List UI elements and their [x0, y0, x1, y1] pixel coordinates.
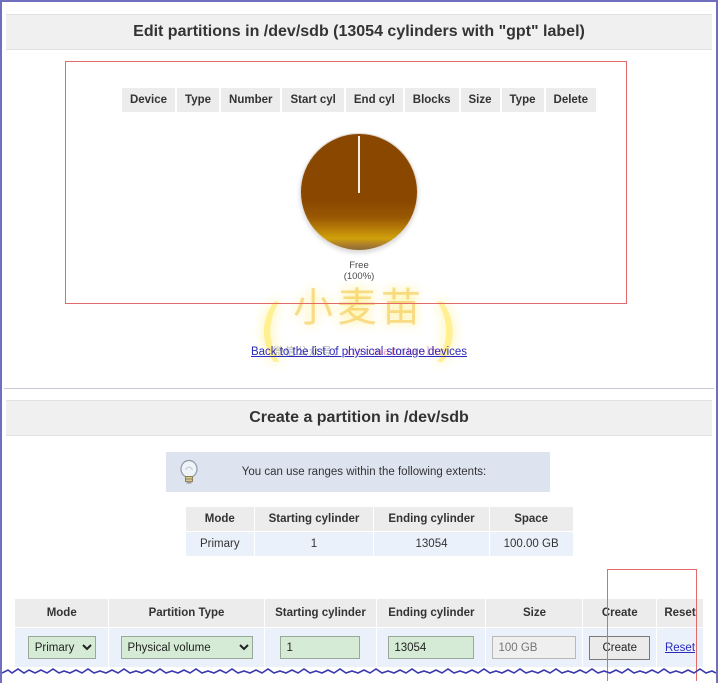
- extents-header-mode: Mode: [185, 506, 255, 532]
- form-cell-starting-cylinder: [263, 627, 378, 668]
- create-title-suffix: /dev/sdb: [403, 409, 469, 426]
- ending-cylinder-input[interactable]: [388, 636, 475, 659]
- extents-header-space: Space: [488, 506, 574, 532]
- extents-cell-space: 100.00 GB: [488, 531, 574, 557]
- column-header-type: Type: [177, 88, 220, 112]
- tip-text: You can use ranges within the following …: [241, 466, 487, 478]
- create-title-highlight: partition in: [316, 409, 404, 426]
- form-header-ending-cylinder: Ending cylinder: [376, 598, 487, 628]
- extents-cell-mode: Primary: [185, 531, 255, 557]
- watermark-main-text: 小麦苗: [293, 285, 425, 331]
- form-header-mode: Mode: [13, 598, 110, 628]
- create-button[interactable]: Create: [589, 635, 650, 660]
- column-header-start-cyl: Start cyl: [282, 88, 344, 112]
- column-header-number: Number: [221, 88, 281, 112]
- column-header-size: Size: [460, 88, 500, 112]
- extents-header-ending-cylinder: Ending cylinder: [373, 506, 490, 532]
- extents-cell-ending-cylinder: 13054: [373, 531, 490, 557]
- column-header-end-cyl: End cyl: [345, 88, 403, 112]
- form-input-row: Primary Physical volume 1 13054 100 GB C…: [13, 627, 704, 668]
- form-header-size: Size: [485, 598, 584, 628]
- form-cell-reset: Reset: [656, 627, 704, 668]
- create-title-prefix: Create a: [249, 409, 317, 426]
- form-header-create: Create: [582, 598, 657, 628]
- pie-slice-free[interactable]: [300, 133, 418, 251]
- section-divider: [4, 388, 714, 389]
- back-to-storage-devices-link[interactable]: Back to the list of physical storage dev…: [251, 346, 467, 358]
- column-header-device: Device: [121, 88, 176, 112]
- lightbulb-icon: [166, 459, 212, 485]
- form-cell-create: Create: [582, 627, 657, 668]
- form-cell-mode: Primary: [13, 627, 110, 668]
- column-header-delete: Delete: [545, 88, 597, 112]
- partition-type-select[interactable]: Physical volume: [120, 636, 253, 659]
- form-cell-ending-cylinder: [376, 627, 487, 668]
- create-partition-form: Mode Partition Type Starting cylinder En…: [13, 598, 704, 668]
- page-root: Edit partitions in /dev/sdb (13054 cylin…: [0, 0, 718, 683]
- browser-frame-top: [0, 0, 718, 2]
- table-row: Primary 1 13054 100.00 GB: [185, 531, 574, 557]
- create-partition-title: Create a partition in /dev/sdb: [6, 400, 712, 436]
- pie-seam-line: [358, 136, 360, 193]
- torn-edge-decoration: [2, 668, 716, 674]
- form-cell-size: [485, 627, 584, 668]
- column-header-blocks: Blocks: [404, 88, 459, 112]
- starting-cylinder-input[interactable]: [280, 636, 361, 659]
- pie-chart-label: Free (100%): [344, 260, 375, 282]
- back-link-container: Back to the list of physical storage dev…: [0, 342, 718, 360]
- pie-label-name: Free: [349, 260, 369, 271]
- form-header-reset: Reset: [656, 598, 704, 628]
- extents-cell-starting-cylinder: 1: [253, 531, 375, 557]
- tip-box: You can use ranges within the following …: [166, 452, 550, 492]
- form-header-row: Mode Partition Type Starting cylinder En…: [13, 598, 704, 628]
- reset-link[interactable]: Reset: [665, 642, 695, 654]
- form-header-partition-type: Partition Type: [108, 598, 265, 628]
- mode-select[interactable]: Primary: [27, 636, 96, 659]
- size-input[interactable]: [492, 636, 577, 659]
- partition-table-headers: Device Type Number Start cyl End cyl Blo…: [0, 88, 718, 112]
- form-cell-partition-type: Physical volume: [108, 627, 265, 668]
- column-header-type-2: Type: [501, 88, 544, 112]
- extents-table: Mode Starting cylinder Ending cylinder S…: [185, 506, 574, 557]
- disk-usage-pie-chart: Free (100%): [0, 133, 718, 282]
- pie-label-percent: (100%): [343, 271, 375, 282]
- browser-frame-left: [0, 0, 2, 683]
- extents-header-starting-cylinder: Starting cylinder: [253, 506, 375, 532]
- extents-header-row: Mode Starting cylinder Ending cylinder S…: [185, 506, 574, 532]
- edit-partitions-title: Edit partitions in /dev/sdb (13054 cylin…: [6, 14, 712, 50]
- form-header-starting-cylinder: Starting cylinder: [263, 598, 378, 628]
